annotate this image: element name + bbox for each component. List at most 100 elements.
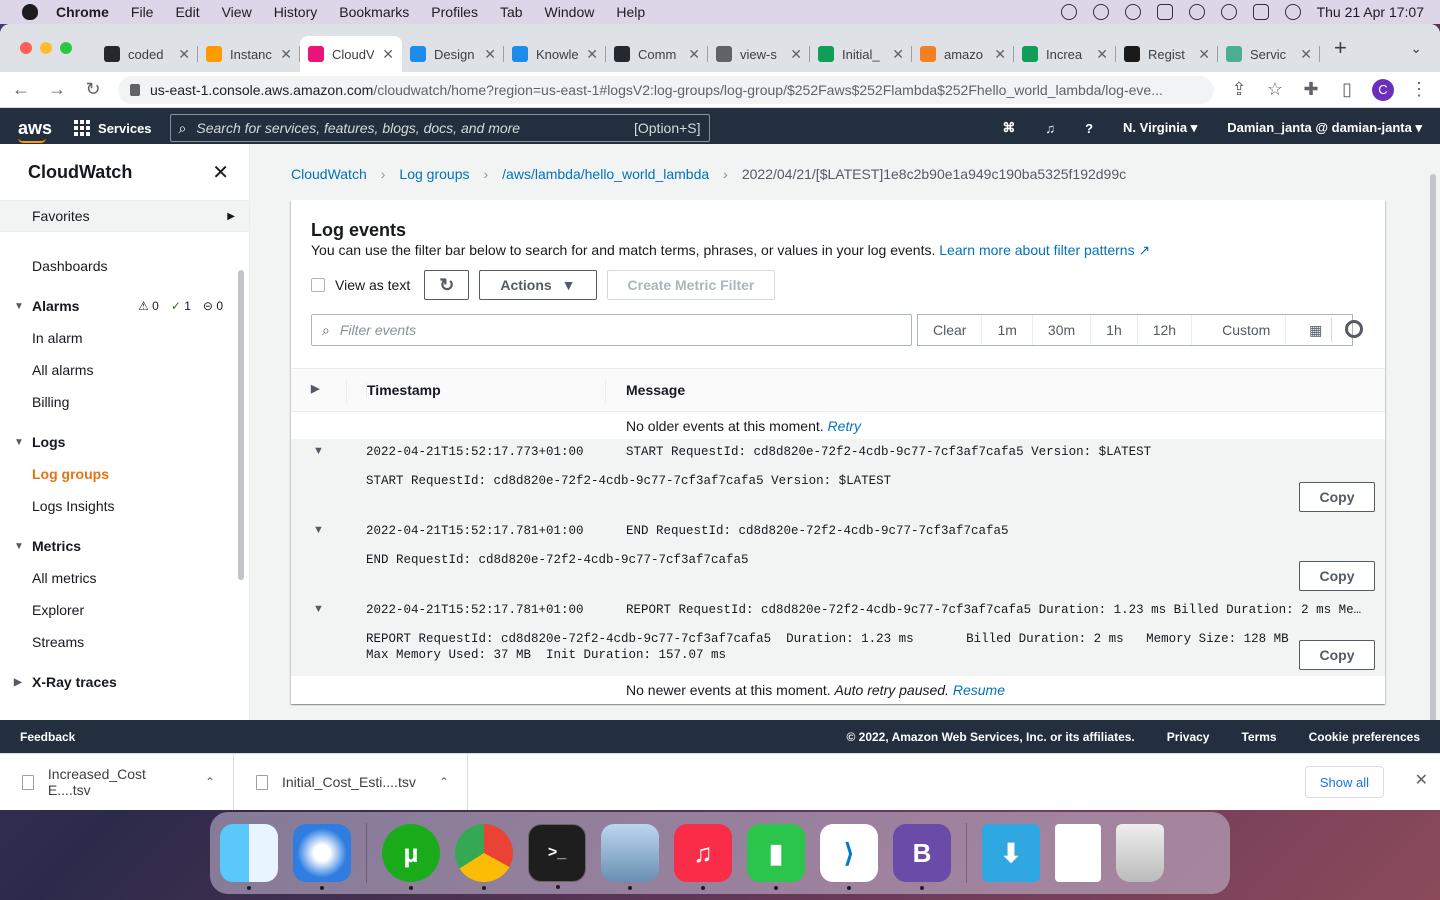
collapse-caret-icon[interactable]: ▼	[313, 603, 324, 615]
sidebar-item-in-alarm[interactable]: In alarm	[0, 322, 249, 354]
breadcrumb-log-group[interactable]: /aws/lambda/hello_world_lambda	[502, 166, 709, 182]
close-window-button[interactable]	[20, 42, 32, 54]
browser-tab[interactable]: Comm ✕	[606, 36, 708, 72]
privacy-link[interactable]: Privacy	[1167, 730, 1210, 744]
retry-link[interactable]: Retry	[828, 418, 861, 434]
breadcrumb-cloudwatch[interactable]: CloudWatch	[291, 166, 367, 182]
actions-button[interactable]: Actions ▼	[479, 270, 597, 300]
sidebar-section-logs[interactable]: ▼ Logs	[0, 426, 249, 458]
lock-icon[interactable]	[130, 83, 140, 96]
document-icon[interactable]	[1055, 824, 1101, 882]
copy-button[interactable]: Copy	[1299, 482, 1375, 512]
time-1h-button[interactable]: 1h	[1091, 315, 1138, 345]
time-30m-button[interactable]: 30m	[1033, 315, 1092, 345]
new-tab-button[interactable]: +	[1334, 35, 1347, 61]
log-event-row[interactable]: ▼ 2022-04-21T15:52:17.781+01:00 END Requ…	[291, 518, 1385, 597]
close-tab-icon[interactable]: ✕	[790, 46, 802, 63]
close-icon[interactable]: ✕	[212, 160, 229, 185]
download-item[interactable]: Initial_Cost_Esti....tsv ⌃	[234, 753, 468, 810]
sidebar-item-logs-insights[interactable]: Logs Insights	[0, 490, 249, 522]
battery-icon[interactable]	[1156, 4, 1173, 20]
breadcrumb-log-groups[interactable]: Log groups	[399, 166, 469, 182]
user-icon[interactable]	[1188, 4, 1205, 20]
trash-icon[interactable]	[1116, 824, 1164, 882]
browser-tab[interactable]: Increa ✕	[1014, 36, 1116, 72]
log-event-row[interactable]: ▼ 2022-04-21T15:52:17.781+01:00 REPORT R…	[291, 597, 1385, 676]
sidebar-item-log-groups[interactable]: Log groups	[0, 458, 249, 490]
wordpress-icon[interactable]	[1060, 4, 1077, 20]
menu-tab[interactable]: Tab	[500, 4, 523, 20]
refresh-button[interactable]: ↻	[424, 270, 470, 300]
sidebar-section-xray[interactable]: ▶ X-Ray traces	[0, 666, 249, 698]
menu-window[interactable]: Window	[545, 4, 595, 20]
sidebar-scrollbar[interactable]	[238, 270, 244, 580]
close-tab-icon[interactable]: ✕	[382, 46, 394, 63]
filter-events-input[interactable]: ⌕ Filter events	[311, 314, 912, 346]
menu-edit[interactable]: Edit	[175, 4, 199, 20]
browser-tab[interactable]: Instanc ✕	[198, 36, 300, 72]
column-message[interactable]: Message	[626, 382, 685, 398]
cloudshell-icon[interactable]: ⌘	[1002, 120, 1015, 136]
profile-avatar[interactable]: C	[1372, 78, 1394, 101]
download-item[interactable]: Increased_Cost E....tsv ⌃	[0, 753, 234, 810]
close-tab-icon[interactable]: ✕	[688, 46, 700, 63]
expand-all-icon[interactable]: ▶	[311, 382, 319, 395]
close-tab-icon[interactable]: ✕	[178, 46, 190, 63]
settings-gear-icon[interactable]	[1345, 320, 1363, 338]
menu-file[interactable]: File	[131, 4, 154, 20]
browser-tab[interactable]: view-s ✕	[708, 36, 810, 72]
extensions-icon[interactable]: ✚	[1300, 79, 1322, 100]
siri-icon[interactable]	[1284, 4, 1301, 20]
numbers-icon[interactable]: ▮	[747, 824, 805, 890]
chevron-up-icon[interactable]: ⌃	[205, 775, 215, 789]
minimize-window-button[interactable]	[40, 42, 52, 54]
time-12h-button[interactable]: 12h	[1138, 315, 1193, 345]
view-as-text-checkbox[interactable]	[311, 278, 325, 292]
show-all-button[interactable]: Show all	[1304, 766, 1384, 798]
play-icon[interactable]	[1124, 4, 1141, 20]
region-selector[interactable]: N. Virginia ▾	[1123, 120, 1197, 136]
bbedit-icon[interactable]: B	[893, 824, 951, 890]
terms-link[interactable]: Terms	[1241, 730, 1276, 744]
address-bar[interactable]: us-east-1.console.aws.amazon.com/cloudwa…	[118, 75, 1214, 104]
downloads-folder-icon[interactable]: ⬇	[982, 824, 1040, 882]
sync-icon[interactable]	[1092, 4, 1109, 20]
terminal-icon[interactable]: >_	[528, 824, 586, 889]
aws-logo[interactable]: aws	[18, 118, 52, 143]
create-metric-filter-button[interactable]: Create Metric Filter	[606, 270, 776, 300]
chevron-up-icon[interactable]: ⌃	[439, 775, 449, 789]
account-menu[interactable]: Damian_janta @ damian-janta ▾	[1227, 120, 1422, 136]
browser-tab[interactable]: Knowle ✕	[504, 36, 606, 72]
music-icon[interactable]: ♫	[674, 824, 732, 890]
close-tab-icon[interactable]: ✕	[994, 46, 1006, 63]
resume-link[interactable]: Resume	[953, 682, 1005, 698]
browser-tab[interactable]: CloudV ✕	[300, 36, 402, 72]
notifications-bell-icon[interactable]: ♫	[1045, 121, 1055, 136]
menu-view[interactable]: View	[222, 4, 252, 20]
browser-tab[interactable]: coded ✕	[96, 36, 198, 72]
close-tab-icon[interactable]: ✕	[484, 46, 496, 63]
tab-search-chevron-icon[interactable]: ⌄	[1410, 40, 1422, 57]
finder-icon[interactable]	[220, 824, 278, 890]
time-clear-button[interactable]: Clear	[918, 315, 983, 345]
close-tab-icon[interactable]: ✕	[1096, 46, 1108, 63]
preview-icon[interactable]	[601, 824, 659, 890]
sidebar-item-streams[interactable]: Streams	[0, 626, 249, 658]
menu-profiles[interactable]: Profiles	[431, 4, 478, 20]
back-icon[interactable]: ←	[10, 79, 32, 100]
chrome-icon[interactable]	[455, 824, 513, 890]
browser-tab[interactable]: Design ✕	[402, 36, 504, 72]
close-tab-icon[interactable]: ✕	[892, 46, 904, 63]
collapse-caret-icon[interactable]: ▼	[313, 524, 324, 536]
side-panel-icon[interactable]: ▯	[1336, 79, 1358, 100]
close-tab-icon[interactable]: ✕	[280, 46, 292, 63]
sidebar-item-all-alarms[interactable]: All alarms	[0, 354, 249, 386]
close-tab-icon[interactable]: ✕	[586, 46, 598, 63]
forward-icon[interactable]: →	[46, 79, 68, 100]
menu-history[interactable]: History	[274, 4, 318, 20]
bookmark-star-icon[interactable]: ☆	[1264, 79, 1286, 100]
control-center-icon[interactable]	[1252, 4, 1269, 20]
share-icon[interactable]: ⇪	[1228, 79, 1250, 100]
learn-more-link[interactable]: Learn more about filter patterns ↗	[939, 242, 1150, 258]
browser-tab[interactable]: Regist ✕	[1116, 36, 1218, 72]
